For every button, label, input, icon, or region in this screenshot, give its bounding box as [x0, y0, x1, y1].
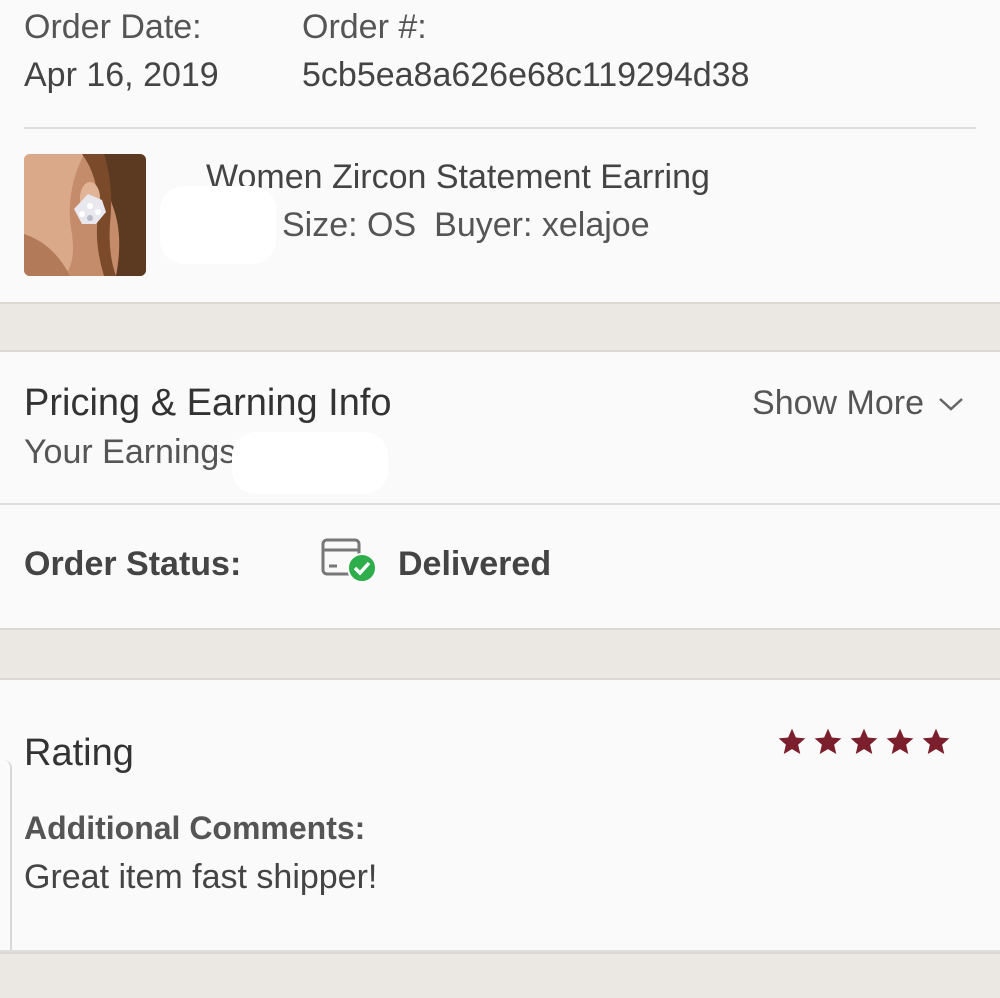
show-more-button[interactable]: Show More	[752, 384, 964, 423]
order-status-label: Order Status:	[24, 545, 242, 583]
show-more-label: Show More	[752, 384, 924, 422]
item-buyer[interactable]: Buyer: xelajoe	[434, 206, 649, 244]
order-header-card: Order Date: Apr 16, 2019 Order #: 5cb5ea…	[0, 0, 1000, 302]
earnings-label: Your Earnings	[24, 433, 237, 471]
rating-title: Rating	[24, 732, 134, 774]
section-separator	[0, 628, 1000, 680]
earring-photo-icon	[24, 154, 146, 276]
star-icon	[814, 728, 842, 754]
comments-text: Great item fast shipper!	[24, 858, 378, 896]
star-icon	[778, 728, 806, 754]
divider	[24, 127, 976, 129]
redaction	[232, 432, 388, 494]
comments-label: Additional Comments:	[24, 810, 366, 846]
order-date-label: Order Date:	[24, 8, 202, 46]
divider	[0, 503, 1000, 505]
order-number-value: 5cb5ea8a626e68c119294d38	[302, 56, 750, 94]
rating-stars	[776, 726, 952, 758]
section-separator	[0, 302, 1000, 352]
item-thumbnail[interactable]	[24, 154, 146, 276]
section-separator	[0, 952, 1000, 998]
star-icon	[850, 728, 878, 754]
item-details: Size: OS Buyer: xelajoe	[282, 206, 668, 245]
card-edge	[0, 760, 12, 950]
order-date-value: Apr 16, 2019	[24, 56, 219, 94]
order-number-label: Order #:	[302, 8, 427, 46]
package-delivered-icon	[321, 538, 377, 583]
order-status-value: Delivered	[398, 545, 552, 583]
redaction	[160, 186, 276, 264]
star-icon	[886, 728, 914, 754]
chevron-down-icon	[939, 397, 963, 411]
item-size: Size: OS	[282, 206, 417, 244]
star-icon	[922, 728, 950, 754]
pricing-title: Pricing & Earning Info	[24, 382, 392, 424]
item-title[interactable]: Women Zircon Statement Earring	[206, 158, 710, 197]
